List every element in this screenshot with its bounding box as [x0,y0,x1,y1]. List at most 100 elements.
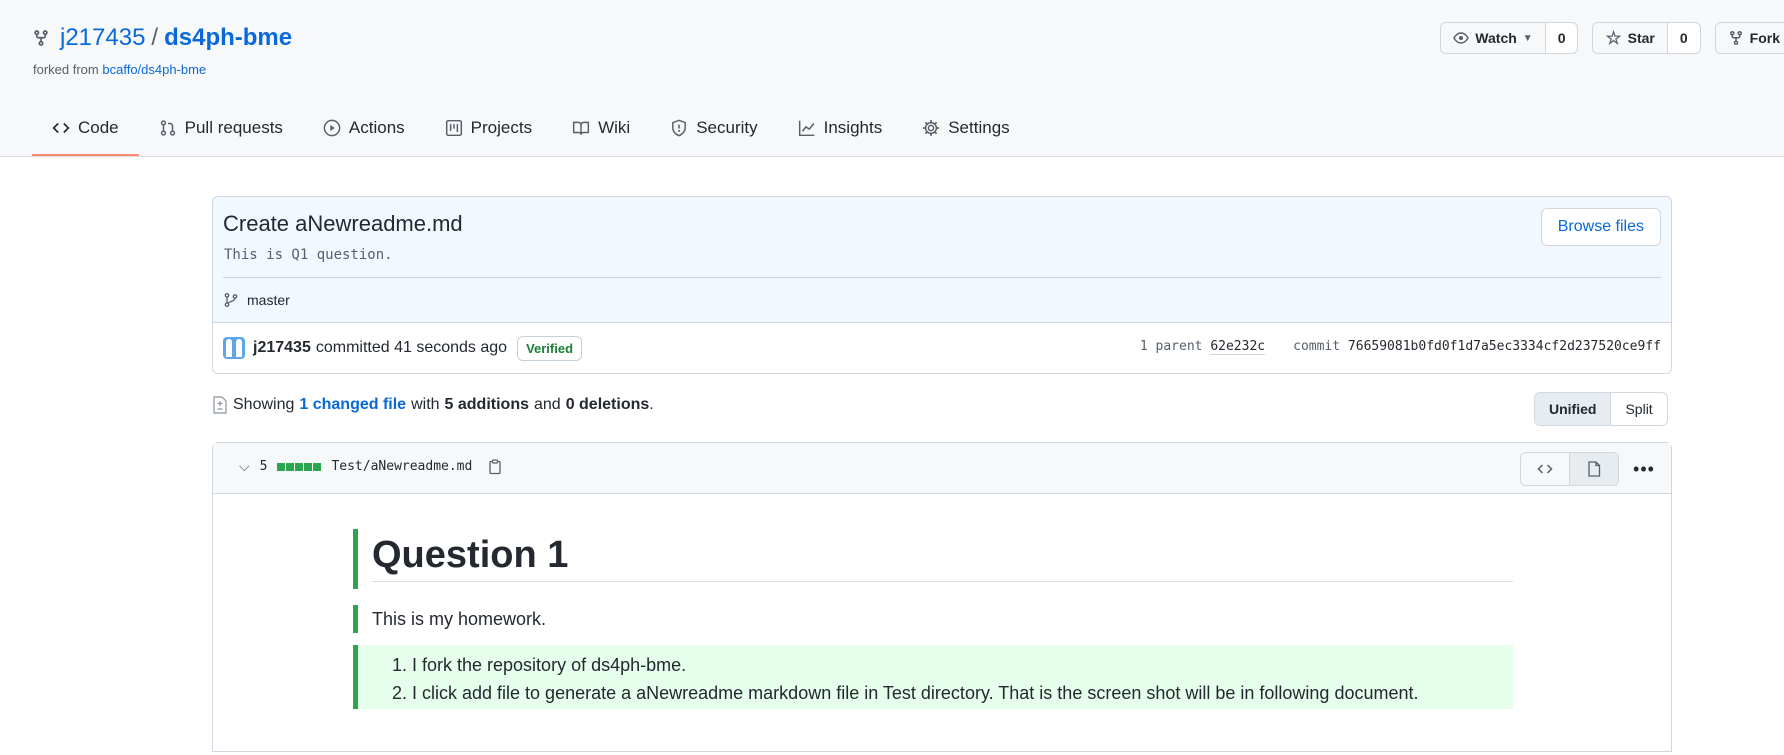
tab-label: Wiki [598,118,631,137]
tab-label: Projects [470,118,533,137]
star-icon: ☆ [1605,27,1622,48]
commit-header: Create aNewreadme.md This is Q1 question… [213,197,1671,323]
fork-label: Fork [1749,30,1780,46]
added-heading-block: Question 1 [353,529,1513,589]
forked-prefix: forked from [33,62,99,77]
diff-stats: Showing 1 changed file with 5 additions … [212,396,654,414]
code-icon [52,122,70,134]
unified-button[interactable]: Unified [1535,393,1612,425]
tab-label: Settings [948,118,1010,137]
added-paragraph-block: This is my homework. [353,605,1513,633]
avatar[interactable] [223,337,245,359]
file-actions: ••• [1520,452,1659,486]
deletions-count: 0 deletions [565,396,650,413]
commit-branch: master [223,277,1661,322]
list-item: I fork the repository of ds4ph-bme. [412,651,1513,679]
code-icon [1537,464,1553,474]
watch-button-group: Watch ▼ 0 [1440,22,1579,54]
commit-box: Create aNewreadme.md This is Q1 question… [212,196,1672,374]
file-path-link[interactable]: Test/aNewreadme.md [331,459,472,474]
tab-label: Pull requests [184,118,283,137]
chevron-down-icon: ▼ [1522,32,1533,44]
display-toggle [1520,452,1619,486]
pull-request-icon [160,120,175,136]
with-text: with [411,396,440,413]
file-icon [1588,461,1601,477]
diffstat-blocks [277,462,322,471]
commit-sha: 76659081b0fd0f1d7a5ec3334cf2d237520ce9ff [1347,339,1661,354]
repo-owner-link[interactable]: j217435 [60,24,145,52]
diff-view-toggle: Unified Split [1534,392,1668,426]
tab-insights[interactable]: Insights [778,102,903,154]
chevron-down-icon[interactable]: ⌵ [239,458,250,475]
period-text: . [649,396,654,413]
commit-shas: 1 parent 62e232c commit 76659081b0fd0f1d… [1139,339,1661,355]
repo-actions: Watch ▼ 0 ☆ Star 0 Fork [1440,22,1784,54]
file-diff: ⌵ 5 Test/aNewreadme.md ••• Question 1 Th… [212,442,1672,752]
markdown-heading: Question 1 [372,529,1513,582]
browse-files-button[interactable]: Browse files [1540,208,1661,246]
showing-text: Showing [233,396,295,413]
markdown-paragraph: This is my homework. [372,609,547,629]
verified-badge[interactable]: Verified [517,335,583,361]
repo-header: j217435 / ds4ph-bme forked from bcaffo/d… [0,0,1784,157]
eye-icon [1453,32,1470,44]
tab-pull-requests[interactable]: Pull requests [139,102,303,154]
repo-separator: / [151,24,159,51]
gear-icon [923,120,940,136]
fork-button-group: Fork [1714,22,1784,54]
list-item: I click add file to generate a aNewreadm… [412,679,1513,707]
tab-settings[interactable]: Settings [902,102,1029,154]
file-diff-icon [213,396,227,414]
watch-count[interactable]: 0 [1545,23,1578,53]
added-list-block: I fork the repository of ds4ph-bme. I cl… [353,645,1513,709]
project-icon [445,119,462,137]
tab-label: Code [78,118,119,137]
file-header: ⌵ 5 Test/aNewreadme.md ••• [213,443,1671,494]
star-button[interactable]: ☆ Star [1593,23,1668,53]
star-button-group: ☆ Star 0 [1592,22,1701,54]
file-change-count: 5 [259,459,268,474]
commit-time: committed 41 seconds ago [315,339,508,356]
tab-wiki[interactable]: Wiki [552,102,650,154]
tab-code[interactable]: Code [32,102,139,156]
commit-author-link[interactable]: j217435 [253,339,311,357]
repo-forked-icon [34,30,48,46]
tab-security[interactable]: Security [650,102,777,154]
tab-actions[interactable]: Actions [303,102,425,154]
watch-label: Watch [1475,30,1517,46]
commit-label: commit [1293,339,1341,354]
graph-icon [798,120,814,137]
forked-source-link[interactable]: bcaffo/ds4ph-bme [102,62,206,77]
parent-info: 1 parent 62e232c [1139,339,1266,355]
forked-from: forked from bcaffo/ds4ph-bme [33,62,206,77]
additions-count: 5 additions [444,396,529,413]
git-branch-icon [224,292,238,308]
branch-name[interactable]: master [247,292,290,308]
repo-title: j217435 / ds4ph-bme [32,24,292,52]
tab-projects[interactable]: Projects [425,102,552,154]
file-info: ⌵ 5 Test/aNewreadme.md [239,458,502,475]
watch-button[interactable]: Watch ▼ [1441,23,1546,53]
rendered-markdown: Question 1 This is my homework. I fork t… [353,529,1513,709]
repo-name-link[interactable]: ds4ph-bme [164,24,292,52]
kebab-menu-icon[interactable]: ••• [1629,454,1659,484]
play-icon [323,119,341,137]
tab-label: Actions [348,118,405,137]
star-count[interactable]: 0 [1667,23,1700,53]
fork-button[interactable]: Fork [1716,23,1784,53]
repo-nav-tabs: Code Pull requests Actions Projects Wiki… [32,102,1030,156]
rich-diff-button[interactable] [1569,453,1618,485]
split-button[interactable]: Split [1611,393,1666,425]
commit-title: Create aNewreadme.md [223,211,463,236]
copy-icon[interactable] [488,458,502,475]
tab-label: Insights [823,118,883,137]
changed-files-link[interactable]: 1 changed file [299,396,406,414]
commit-info: commit 76659081b0fd0f1d7a5ec3334cf2d2375… [1293,339,1661,354]
tab-label: Security [696,118,758,137]
parent-label: 1 parent [1139,339,1203,354]
shield-icon [672,119,687,137]
commit-description: This is Q1 question. [224,247,393,263]
parent-sha-link[interactable]: 62e232c [1210,339,1266,355]
source-diff-button[interactable] [1521,453,1569,485]
